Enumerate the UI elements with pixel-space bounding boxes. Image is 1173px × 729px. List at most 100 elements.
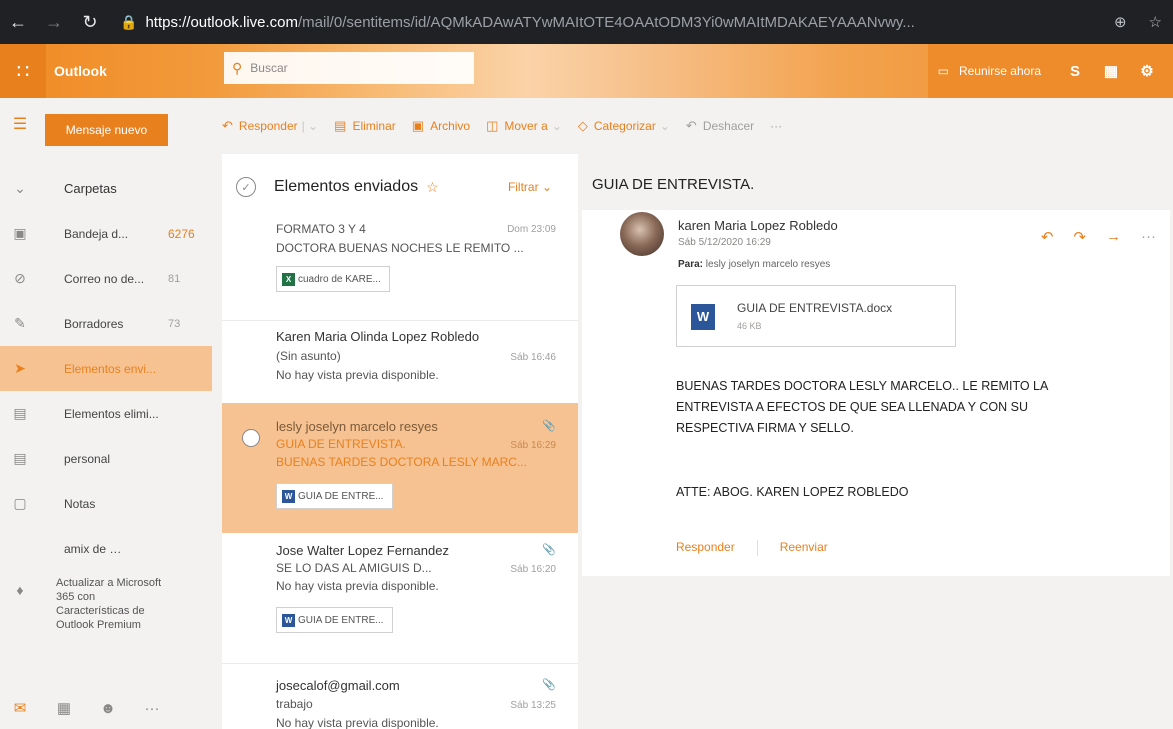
command-toolbar: ↶ Responder | ⌄ ▤ Eliminar ▣ Archivo ◫ M… (222, 98, 1173, 154)
select-radio[interactable] (242, 429, 260, 447)
forward-button[interactable]: Reenviar (780, 540, 828, 556)
undo-icon: ↶ (685, 118, 697, 133)
folder-pane: ☰ Mensaje nuevo ⌄ Carpetas ▣ Bandeja d..… (0, 98, 212, 729)
reply-icon[interactable]: ↶ (1041, 228, 1054, 246)
word-file-icon: W (691, 304, 715, 330)
search-input[interactable]: ⚲ Buscar (224, 52, 474, 84)
attachment-chip[interactable]: W GUIA DE ENTRE... (276, 483, 393, 509)
mail-icon[interactable]: ✉ (0, 699, 40, 717)
sender-name[interactable]: karen Maria Lopez Robledo (678, 218, 838, 233)
delete-button[interactable]: ▤ Eliminar (334, 118, 396, 134)
address-bar[interactable]: 🔒 https://outlook.live.com /mail/0/senti… (114, 7, 1103, 37)
search-placeholder: Buscar (250, 61, 288, 75)
list-item[interactable]: Karen Maria Olinda Lopez Robledo (Sin as… (222, 321, 578, 403)
people-icon[interactable]: ☻ (88, 700, 128, 717)
attachment-name: GUIA DE ENTRE... (298, 614, 384, 626)
select-all-checkbox[interactable]: ✓ (236, 177, 256, 197)
folder-title: Elementos enviados (274, 178, 419, 195)
skype-icon[interactable]: S (1057, 63, 1093, 80)
reload-icon[interactable]: ↻ (72, 12, 108, 33)
drafts-icon: ✎ (14, 315, 26, 331)
more-actions-button[interactable]: ··· (770, 119, 782, 133)
folder-inbox[interactable]: ▣ Bandeja d... 6276 (0, 211, 212, 256)
list-item[interactable]: josecalof@gmail.com 📎 trabajo Sáb 13:25 … (222, 664, 578, 729)
reply-all-icon[interactable]: ↷ (1073, 228, 1086, 246)
forward-arrow-icon[interactable]: → (36, 12, 72, 33)
attachment-name: GUIA DE ENTREVISTA.docx (737, 301, 893, 315)
avatar[interactable] (620, 212, 664, 256)
folder-label: Borradores (64, 316, 124, 331)
categorize-button[interactable]: ◇ Categorizar ⌄ (578, 118, 670, 134)
chevron-down-icon: ⌄ (551, 119, 562, 133)
browser-toolbar: ← → ↻ 🔒 https://outlook.live.com /mail/0… (0, 0, 1173, 44)
folders-header[interactable]: ⌄ Carpetas (0, 166, 212, 211)
message-subject: SE LO DAS AL AMIGUIS D... (276, 561, 432, 575)
meet-now-button[interactable]: ▭ Reunirse ahora (938, 64, 1041, 78)
email-date: Sáb 5/12/2020 16:29 (678, 237, 771, 248)
item-count: 81 (168, 272, 181, 285)
calendar-icon[interactable]: ▦ (44, 699, 84, 717)
attachment-chip[interactable]: W GUIA DE ENTRE... (276, 607, 393, 633)
filter-button[interactable]: Filtrar ⌄ (508, 180, 552, 194)
folder-drafts[interactable]: ✎ Borradores 73 (0, 301, 212, 346)
word-file-icon: W (282, 613, 295, 627)
tag-icon: ◇ (577, 118, 588, 133)
message-subject: GUIA DE ENTREVISTA. (276, 437, 406, 451)
undo-button[interactable]: ↶ Deshacer (686, 118, 754, 134)
message-date: Sáb 16:29 (510, 440, 556, 451)
email-actions: ↶ ↷ → ··· (1021, 228, 1156, 246)
back-arrow-icon[interactable]: ← (0, 12, 36, 33)
message-subject: trabajo (276, 697, 313, 711)
folder-notes[interactable]: ▢ Notas (0, 481, 212, 526)
more-icon[interactable]: ··· (1141, 228, 1156, 246)
lock-icon: 🔒 (120, 13, 138, 30)
unread-count: 6276 (168, 226, 195, 241)
folder-sent[interactable]: ➤ Elementos envi... (0, 346, 212, 391)
folder-custom[interactable]: amix de lonsa (0, 526, 212, 571)
folder-label: personal (64, 451, 111, 466)
message-date: Sáb 16:46 (510, 352, 556, 363)
reply-button[interactable]: Responder (676, 540, 735, 556)
favorite-star-icon[interactable]: ☆ (426, 179, 439, 196)
brand-title[interactable]: Outlook (54, 44, 107, 98)
message-sender: lesly joselyn marcelo resyes (276, 419, 438, 434)
folder-junk[interactable]: ⊘ Correo no de... 81 (0, 256, 212, 301)
reply-button[interactable]: ↶ Responder | ⌄ (222, 118, 318, 134)
extension-icon[interactable]: ⊕ (1114, 13, 1127, 31)
diamond-icon: ♦ (16, 582, 24, 598)
attachment-chip[interactable]: X cuadro de KARE... (276, 266, 390, 292)
reading-pane: GUIA DE ENTREVISTA. karen Maria Lopez Ro… (582, 154, 1173, 729)
divider: | ⌄ (301, 119, 319, 133)
new-message-button[interactable]: Mensaje nuevo (45, 114, 168, 146)
office-icon[interactable]: ▦ (1093, 62, 1129, 80)
more-apps-icon[interactable]: ··· (132, 700, 172, 717)
email-card: karen Maria Lopez Robledo Sáb 5/12/2020 … (582, 210, 1170, 576)
hamburger-menu-icon[interactable]: ☰ (0, 114, 40, 134)
chevron-down-icon: ⌄ (659, 119, 670, 133)
chevron-down-icon: ⌄ (14, 180, 26, 196)
attachment-card[interactable]: W GUIA DE ENTREVISTA.docx 46 KB (676, 285, 956, 347)
upgrade-promo[interactable]: ♦ Actualizar a Microsoft 365 con Caracte… (0, 576, 212, 660)
list-item[interactable]: FORMATO 3 Y 4 Dom 23:09 DOCTORA BUENAS N… (222, 220, 578, 320)
attachment-size: 46 KB (737, 321, 762, 331)
folder-personal[interactable]: ▤ personal (0, 436, 212, 481)
archive-button[interactable]: ▣ Archivo (412, 118, 470, 134)
trash-icon: ▤ (334, 118, 347, 133)
move-to-button[interactable]: ◫ Mover a ⌄ (486, 118, 562, 134)
search-icon: ⚲ (232, 59, 243, 76)
attachment-name: cuadro de KARE... (298, 273, 381, 285)
forward-icon[interactable]: → (1106, 228, 1121, 246)
folder-label: Elementos envi... (64, 361, 157, 376)
junk-icon: ⊘ (14, 270, 26, 286)
item-count: 73 (168, 317, 181, 330)
message-preview: No hay vista previa disponible. (276, 716, 439, 729)
favorite-star-icon[interactable]: ☆ (1149, 13, 1162, 31)
settings-gear-icon[interactable]: ⚙ (1129, 62, 1165, 80)
list-item[interactable]: Jose Walter Lopez Fernandez 📎 SE LO DAS … (222, 533, 578, 663)
recipient-name[interactable]: lesly joselyn marcelo resyes (706, 259, 831, 270)
folder-label: Bandeja d... (64, 226, 129, 241)
list-item-selected[interactable]: lesly joselyn marcelo resyes 📎 GUIA DE E… (222, 403, 578, 533)
folder-deleted[interactable]: ▤ Elementos elimi... (0, 391, 212, 436)
app-launcher-icon[interactable]: ∷ (0, 44, 46, 98)
message-subject: (Sin asunto) (276, 349, 341, 363)
